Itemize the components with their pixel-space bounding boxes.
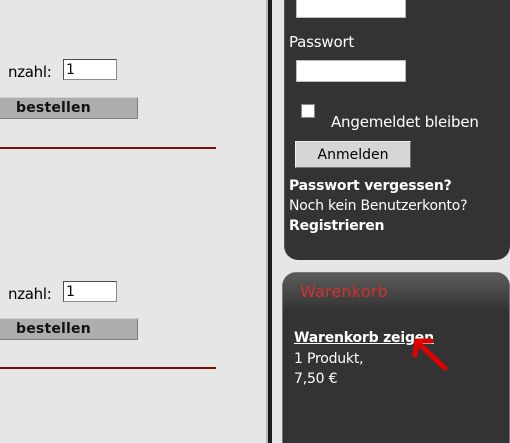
password-field[interactable] <box>296 60 406 82</box>
quantity-input[interactable] <box>63 59 117 80</box>
cart-panel: Warenkorb Warenkorb zeigen 1 Produkt, 7,… <box>282 272 510 443</box>
red-arrow-icon <box>412 338 448 371</box>
register-link[interactable]: Registrieren <box>289 218 384 234</box>
quantity-label: nzahl: <box>8 285 52 303</box>
sidebar: Passwort Angemeldet bleiben Anmelden Pas… <box>272 0 510 443</box>
cart-product-count: 1 Produkt, <box>294 351 364 367</box>
remember-me-checkbox[interactable] <box>301 104 315 118</box>
cart-total: 7,50 € <box>294 371 338 387</box>
login-panel: Passwort Angemeldet bleiben Anmelden Pas… <box>284 0 510 260</box>
no-account-text: Noch kein Benutzerkonto? <box>289 198 468 214</box>
quantity-label: nzahl: <box>8 63 52 81</box>
quantity-input[interactable] <box>63 281 117 302</box>
forgot-password-link[interactable]: Passwort vergessen? <box>289 178 452 194</box>
cart-title: Warenkorb <box>283 273 509 311</box>
product-list: nzahl: bestellen nzahl: bestellen <box>0 0 266 443</box>
remember-me-label: Angemeldet bleiben <box>331 113 479 131</box>
login-button[interactable]: Anmelden <box>295 141 411 168</box>
order-button[interactable]: bestellen <box>0 97 138 119</box>
product-divider <box>0 147 216 149</box>
password-label: Passwort <box>289 33 355 51</box>
product-divider <box>0 367 216 369</box>
order-button[interactable]: bestellen <box>0 318 138 340</box>
username-field[interactable] <box>296 0 406 18</box>
